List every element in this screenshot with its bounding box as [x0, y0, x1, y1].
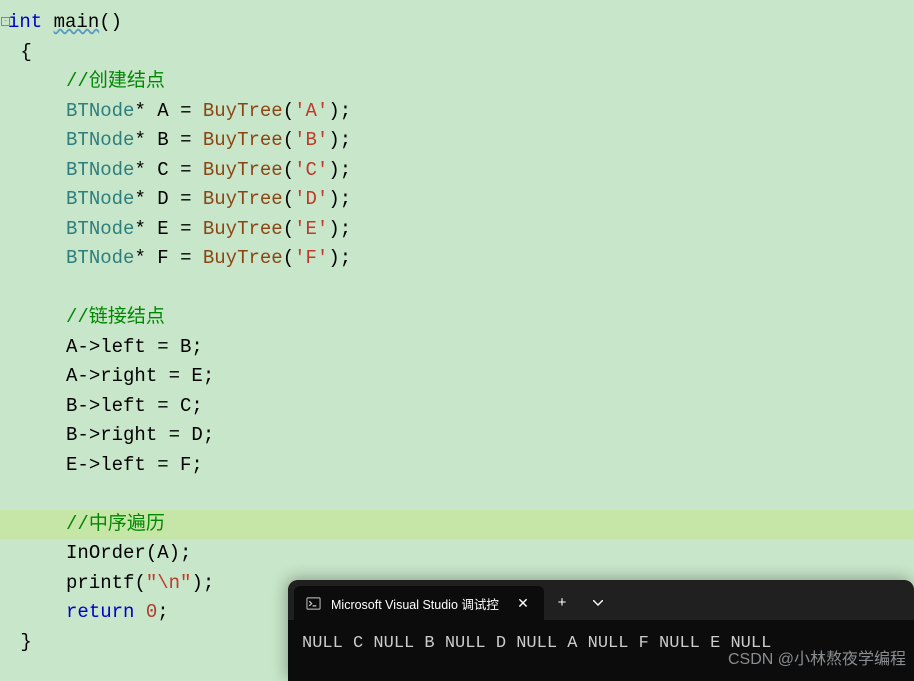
new-tab-button[interactable]: +: [544, 586, 580, 620]
terminal-tab[interactable]: Microsoft Visual Studio 调试控 ✕: [294, 586, 544, 620]
terminal-icon: [306, 596, 321, 611]
comment-line-highlighted: //中序遍历: [0, 510, 914, 540]
fold-marker-icon[interactable]: -: [1, 17, 10, 26]
terminal-output[interactable]: NULL C NULL B NULL D NULL A NULL F NULL …: [288, 620, 914, 668]
comment-line: //链接结点: [9, 303, 914, 333]
keyword-int: int: [8, 11, 42, 33]
terminal-tab-bar: Microsoft Visual Studio 调试控 ✕ +: [288, 580, 914, 620]
main-function: main: [54, 11, 100, 33]
blank-line: [9, 274, 914, 304]
code-line: BTNode* D = BuyTree('D');: [9, 185, 914, 215]
code-line: BTNode* A = BuyTree('A');: [9, 97, 914, 127]
code-line: E->left = F;: [9, 451, 914, 481]
code-line: A->right = E;: [9, 362, 914, 392]
terminal-output-line: NULL C NULL B NULL D NULL A NULL F NULL …: [302, 634, 771, 653]
terminal-window: Microsoft Visual Studio 调试控 ✕ + NULL C N…: [288, 580, 914, 681]
comment-line: //创建结点: [9, 67, 914, 97]
blank-line: [9, 480, 914, 510]
code-line: BTNode* E = BuyTree('E');: [9, 215, 914, 245]
code-line: BTNode* F = BuyTree('F');: [9, 244, 914, 274]
code-line: InOrder(A);: [9, 539, 914, 569]
code-line: BTNode* C = BuyTree('C');: [9, 156, 914, 186]
code-editor[interactable]: -int main() { //创建结点 BTNode* A = BuyTree…: [0, 0, 914, 681]
code-line: B->left = C;: [9, 392, 914, 422]
terminal-tab-title: Microsoft Visual Studio 调试控: [331, 594, 504, 613]
brace-line: {: [9, 38, 914, 68]
code-line: B->right = D;: [9, 421, 914, 451]
tab-dropdown-icon[interactable]: [580, 586, 616, 620]
code-line: BTNode* B = BuyTree('B');: [9, 126, 914, 156]
parens: (): [99, 11, 122, 33]
close-icon[interactable]: ✕: [514, 594, 532, 612]
code-line: A->left = B;: [9, 333, 914, 363]
